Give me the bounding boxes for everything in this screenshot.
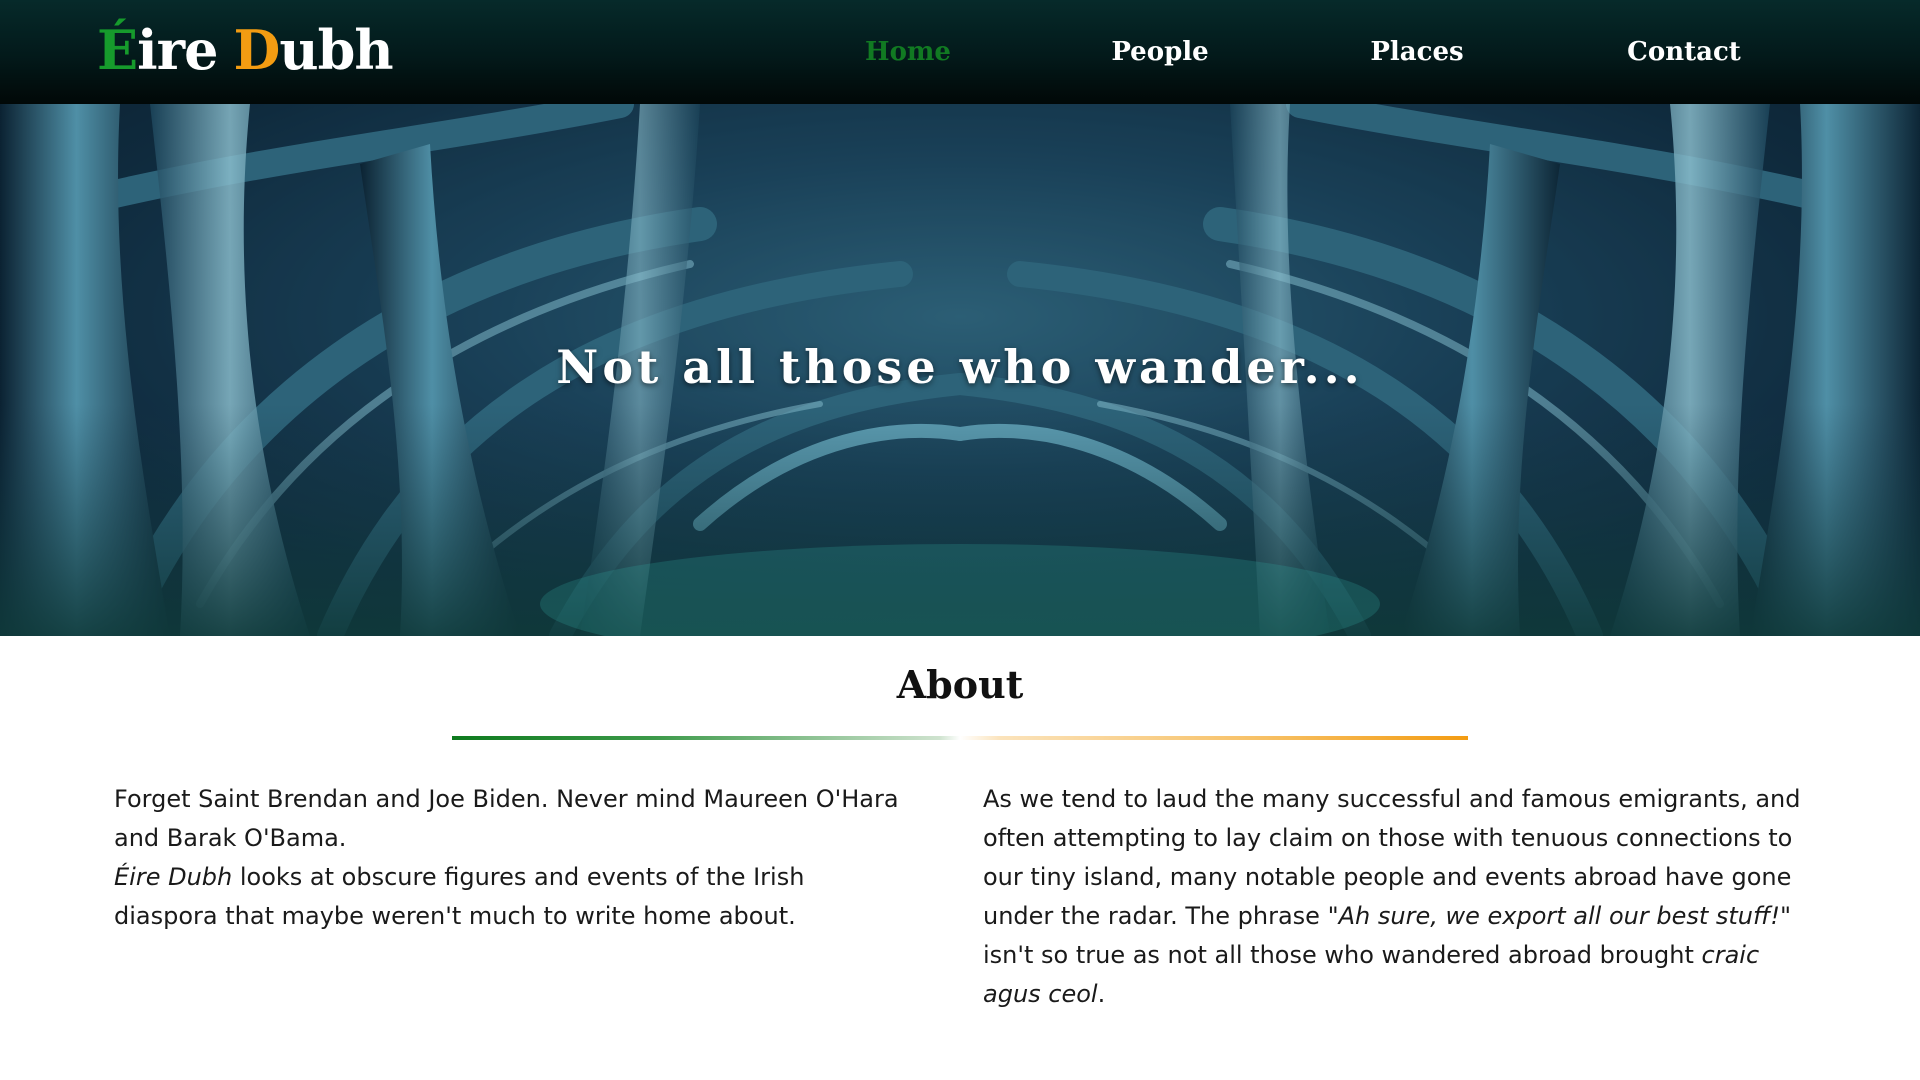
logo-word-eire: Éire (97, 18, 219, 82)
about-right-part2: isn't so true as not all those who wande… (983, 941, 1702, 969)
nav-link-places[interactable]: Places (1370, 30, 1463, 74)
nav-link-people[interactable]: People (1111, 30, 1208, 74)
hero-banner: Not all those who wander... (0, 104, 1920, 636)
logo-word-dubh: Dubh (233, 18, 394, 82)
about-intro-line1: Forget Saint Brendan and Joe Biden. Neve… (114, 785, 899, 852)
hero-title: Not all those who wander... (556, 340, 1364, 394)
about-right-part3: . (1097, 980, 1106, 1008)
about-divider (452, 736, 1468, 740)
about-right-paragraph: As we tend to laud the many successful a… (983, 780, 1803, 1014)
nav-link-contact[interactable]: Contact (1627, 30, 1741, 74)
site-logo[interactable]: Éire Dubh (97, 14, 394, 86)
about-left-column: Forget Saint Brendan and Joe Biden. Neve… (114, 780, 914, 936)
about-right-column: As we tend to laud the many successful a… (983, 780, 1803, 1014)
top-navbar: Éire Dubh Home People Places Contact (0, 0, 1920, 104)
nav-link-home[interactable]: Home (865, 30, 951, 74)
about-brand-name: Éire Dubh (114, 863, 233, 891)
about-right-quote: "Ah sure, we export all our best stuff!" (1327, 902, 1791, 930)
about-intro-paragraph: Forget Saint Brendan and Joe Biden. Neve… (114, 780, 914, 936)
about-heading: About (896, 662, 1024, 707)
